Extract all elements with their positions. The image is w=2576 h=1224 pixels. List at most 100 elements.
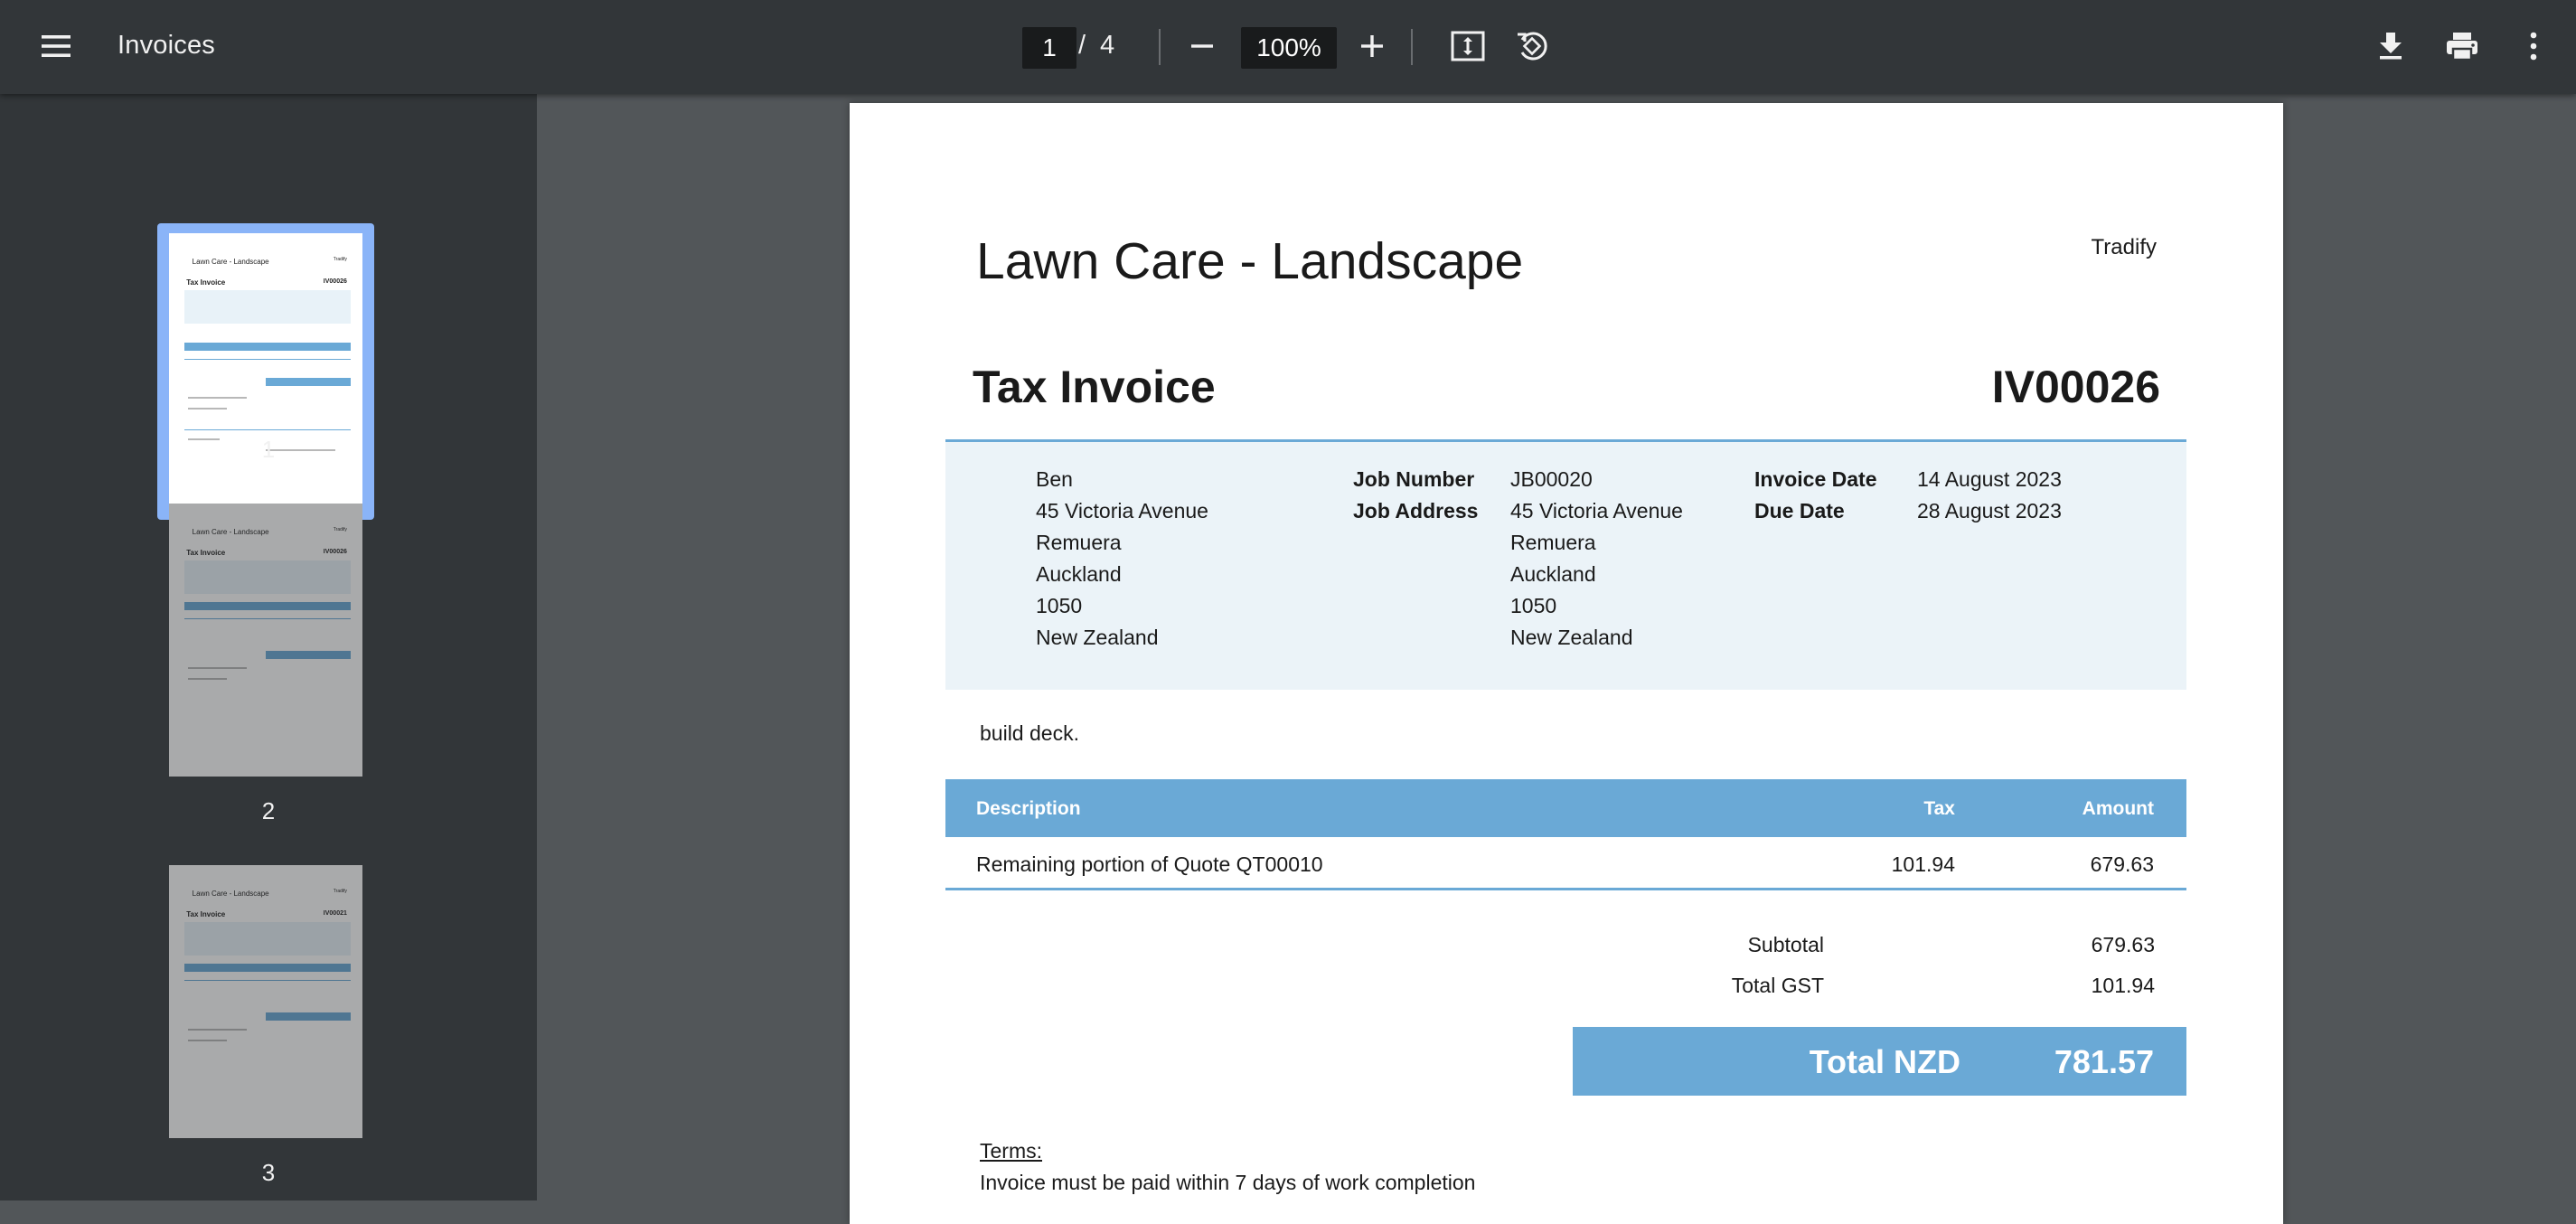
zoom-input[interactable]: [1241, 27, 1337, 69]
thumbnail-total-bar: [266, 651, 352, 660]
terms-text: Invoice must be paid within 7 days of wo…: [980, 1171, 1476, 1194]
customer-address: Ben 45 Victoria Avenue Remuera Auckland …: [1036, 464, 1208, 654]
zoom-in-button[interactable]: [1351, 25, 1393, 67]
thumbnail-doc-number: IV00021: [323, 909, 347, 917]
thumbnail-rule: [184, 429, 352, 431]
job-number: JB00020: [1510, 467, 1593, 491]
job-values: JB00020 45 Victoria Avenue Remuera Auckl…: [1510, 464, 1683, 654]
page-thumbnail-2[interactable]: Lawn Care - Landscape Tradify Tax Invoic…: [169, 504, 362, 777]
thumbnail-page-preview: Lawn Care - Landscape Tradify Tax Invoic…: [169, 504, 362, 777]
thumbnail-total-bar: [266, 378, 352, 387]
thumbnail-rule: [184, 358, 352, 360]
customer-address-line: New Zealand: [1036, 626, 1159, 649]
thumbnail-items-header: [184, 601, 352, 610]
job-address-line: Remuera: [1510, 531, 1596, 554]
thumbnail-rule: [184, 617, 352, 619]
job-description: build deck.: [980, 721, 1079, 745]
date-labels: Invoice Date Due Date: [1754, 464, 1877, 527]
customer-name: Ben: [1036, 467, 1073, 491]
print-button[interactable]: [2439, 24, 2486, 69]
fit-page-icon: [1451, 31, 1485, 61]
page-thumbnail-3[interactable]: Lawn Care - Landscape Tradify Tax Invoic…: [169, 865, 362, 1138]
thumbnail-company: Lawn Care - Landscape: [192, 528, 269, 537]
customer-address-line: 45 Victoria Avenue: [1036, 499, 1208, 523]
thumbnail-company: Lawn Care - Landscape: [192, 258, 269, 267]
job-address-line: 45 Victoria Avenue: [1510, 499, 1683, 523]
invoice-date-label: Invoice Date: [1754, 467, 1877, 491]
job-labels: Job Number Job Address: [1353, 464, 1478, 527]
fit-to-page-button[interactable]: [1445, 24, 1490, 69]
document-type: Tax Invoice: [973, 362, 1216, 412]
print-icon: [2447, 33, 2477, 61]
thumbnail-text-line: [188, 667, 247, 670]
job-address-line: New Zealand: [1510, 626, 1633, 649]
thumbnail-page-preview: Lawn Care - Landscape Tradify Tax Invoic…: [169, 233, 362, 506]
pdf-toolbar: Invoices / 4: [0, 0, 2576, 94]
column-description: Description: [976, 798, 1081, 819]
grand-total-label: Total NZD: [1809, 1043, 1960, 1080]
page-total: 4: [1100, 31, 1115, 60]
thumbnail-doc-type: Tax Invoice: [186, 909, 226, 918]
zoom-out-icon: [1191, 44, 1213, 48]
thumbnail-sidebar: Lawn Care - Landscape Tradify Tax Invoic…: [0, 94, 537, 1200]
thumbnail-page-preview: Lawn Care - Landscape Tradify Tax Invoic…: [169, 865, 362, 1138]
invoice-date: 14 August 2023: [1917, 467, 2062, 491]
thumbnail-label-1: 1: [261, 436, 276, 463]
zoom-out-button[interactable]: [1181, 25, 1223, 67]
item-tax: 101.94: [1891, 852, 1955, 876]
column-tax: Tax: [1923, 798, 1955, 819]
thumbnail-text-line: [188, 408, 228, 410]
download-button[interactable]: [2368, 24, 2413, 69]
thumbnail-doc-number: IV00026: [323, 548, 347, 555]
company-name: Lawn Care - Landscape: [976, 232, 1524, 290]
thumbnail-info-band: [184, 560, 352, 594]
thumbnail-brand: Tradify: [333, 256, 347, 262]
customer-address-line: Auckland: [1036, 562, 1122, 586]
page-number-input[interactable]: [1022, 27, 1076, 69]
thumbnail-text-line: [188, 1040, 228, 1042]
rotate-button[interactable]: [1509, 24, 1555, 69]
customer-address-line: 1050: [1036, 594, 1083, 617]
thumbnail-text-line: [188, 678, 228, 681]
job-address-line: 1050: [1510, 594, 1557, 617]
rotate-icon: [1518, 32, 1547, 61]
more-options-button[interactable]: [2513, 24, 2554, 69]
item-amount: 679.63: [2090, 852, 2154, 876]
line-item-row: Remaining portion of Quote QT00010 101.9…: [945, 837, 2186, 890]
thumbnail-label-2: 2: [261, 797, 276, 824]
total-gst-label: Total GST: [1731, 974, 1824, 997]
thumbnail-info-band: [184, 290, 352, 324]
thumbnail-label-3: 3: [261, 1159, 276, 1186]
subtotal-label: Subtotal: [1747, 933, 1824, 956]
total-gst-value: 101.94: [2091, 974, 2155, 997]
thumbnail-total-bar: [266, 1012, 352, 1022]
date-values: 14 August 2023 28 August 2023: [1917, 464, 2062, 527]
invoice-info-band: Ben 45 Victoria Avenue Remuera Auckland …: [945, 439, 2186, 690]
thumbnail-doc-number: IV00026: [323, 278, 347, 285]
thumbnail-items-header: [184, 342, 352, 351]
grand-total-bar: Total NZD 781.57: [1573, 1027, 2186, 1096]
thumbnail-info-band: [184, 922, 352, 956]
terms-heading: Terms:: [980, 1139, 1042, 1163]
brand-name: Tradify: [2091, 235, 2157, 259]
toolbar-divider: [1159, 29, 1161, 65]
grand-total-value: 781.57: [2054, 1043, 2154, 1080]
download-icon: [2380, 33, 2402, 60]
customer-address-line: Remuera: [1036, 531, 1122, 554]
zoom-in-icon: [1361, 35, 1383, 57]
subtotal-value: 679.63: [2091, 933, 2155, 956]
job-number-label: Job Number: [1353, 467, 1475, 491]
more-vert-icon: [2530, 32, 2537, 61]
thumbnail-rule: [184, 979, 352, 981]
job-address-label: Job Address: [1353, 499, 1479, 523]
thumbnail-brand: Tradify: [333, 888, 347, 894]
page-thumbnail-1[interactable]: Lawn Care - Landscape Tradify Tax Invoic…: [169, 233, 362, 506]
due-date: 28 August 2023: [1917, 499, 2062, 523]
menu-button[interactable]: [34, 24, 78, 68]
page-separator: /: [1078, 31, 1086, 60]
thumbnail-items-header: [184, 963, 352, 972]
item-description: Remaining portion of Quote QT00010: [976, 852, 1323, 876]
invoice-number: IV00026: [1991, 362, 2160, 412]
line-items-header: Description Tax Amount: [945, 779, 2186, 837]
column-amount: Amount: [2082, 798, 2154, 819]
